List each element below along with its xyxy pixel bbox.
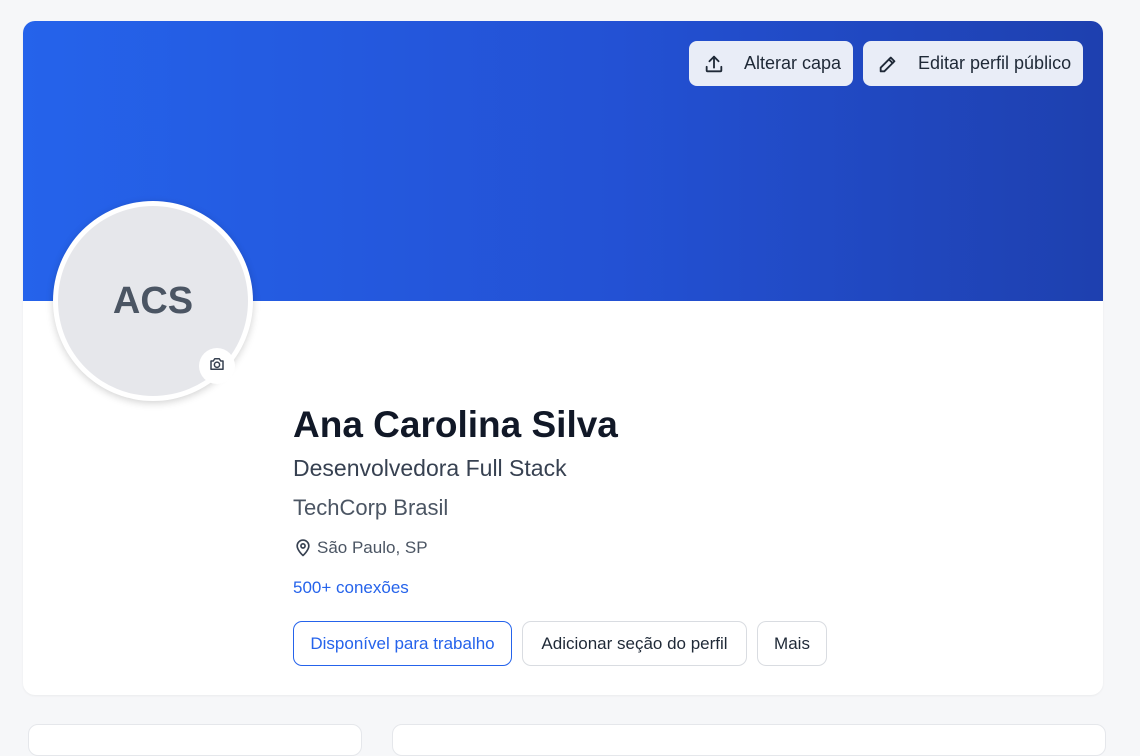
edit-public-profile-label: Editar perfil público xyxy=(918,53,1072,73)
pencil-icon xyxy=(877,53,899,75)
profile-headline: Desenvolvedora Full Stack xyxy=(293,455,567,481)
upload-icon xyxy=(703,53,725,75)
profile-company: TechCorp Brasil xyxy=(293,495,449,520)
change-photo-button[interactable] xyxy=(199,348,235,384)
content-card xyxy=(392,724,1106,756)
location-text: São Paulo, SP xyxy=(317,538,428,557)
edit-public-profile-button[interactable]: Editar perfil público xyxy=(863,41,1083,86)
map-pin-icon xyxy=(293,538,313,558)
avatar[interactable]: ACS xyxy=(53,201,253,401)
camera-icon xyxy=(208,355,226,378)
profile-location: São Paulo, SP xyxy=(293,538,428,558)
add-profile-section-button[interactable]: Adicionar seção do perfil xyxy=(522,621,747,666)
profile-card: Alterar capa Editar perfil público ACS A… xyxy=(23,21,1103,695)
connections-link[interactable]: 500+ conexões xyxy=(293,578,409,598)
open-to-work-button[interactable]: Disponível para trabalho xyxy=(293,621,512,666)
change-cover-label: Alterar capa xyxy=(744,53,842,73)
change-cover-button[interactable]: Alterar capa xyxy=(689,41,853,86)
sidebar-card xyxy=(28,724,362,756)
more-button[interactable]: Mais xyxy=(757,621,827,666)
profile-name: Ana Carolina Silva xyxy=(293,404,618,445)
